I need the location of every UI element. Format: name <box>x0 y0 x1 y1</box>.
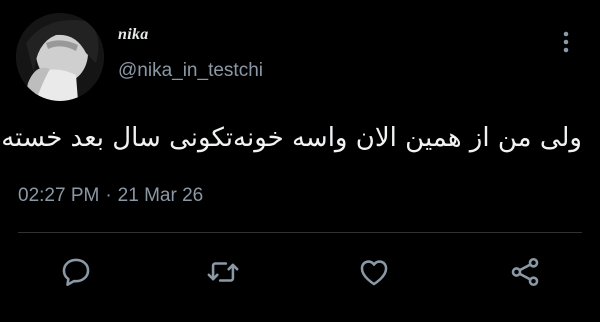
tweet-time: 02:27 PM <box>18 185 100 206</box>
like-button[interactable] <box>356 254 392 290</box>
meta-separator: · <box>105 185 112 206</box>
share-button[interactable] <box>507 254 543 290</box>
divider <box>18 232 582 233</box>
tweet-timestamp[interactable]: 02:27 PM · 21 Mar 26 <box>18 185 203 207</box>
display-name[interactable]: nika <box>118 26 149 44</box>
heart-icon <box>360 260 388 286</box>
more-vertical-icon <box>563 31 569 53</box>
reply-button[interactable] <box>58 254 94 290</box>
reply-icon <box>62 258 90 287</box>
user-handle[interactable]: @nika_in_testchi <box>118 60 263 82</box>
retweet-icon <box>207 262 239 282</box>
tweet-date: 21 Mar 26 <box>117 185 204 206</box>
avatar[interactable] <box>16 13 104 101</box>
more-options-button[interactable] <box>556 28 576 58</box>
share-icon <box>511 257 539 287</box>
tweet-text: ولی من از همین الان واسه خونه‌تکونی سال … <box>0 123 582 153</box>
retweet-button[interactable] <box>205 254 241 290</box>
